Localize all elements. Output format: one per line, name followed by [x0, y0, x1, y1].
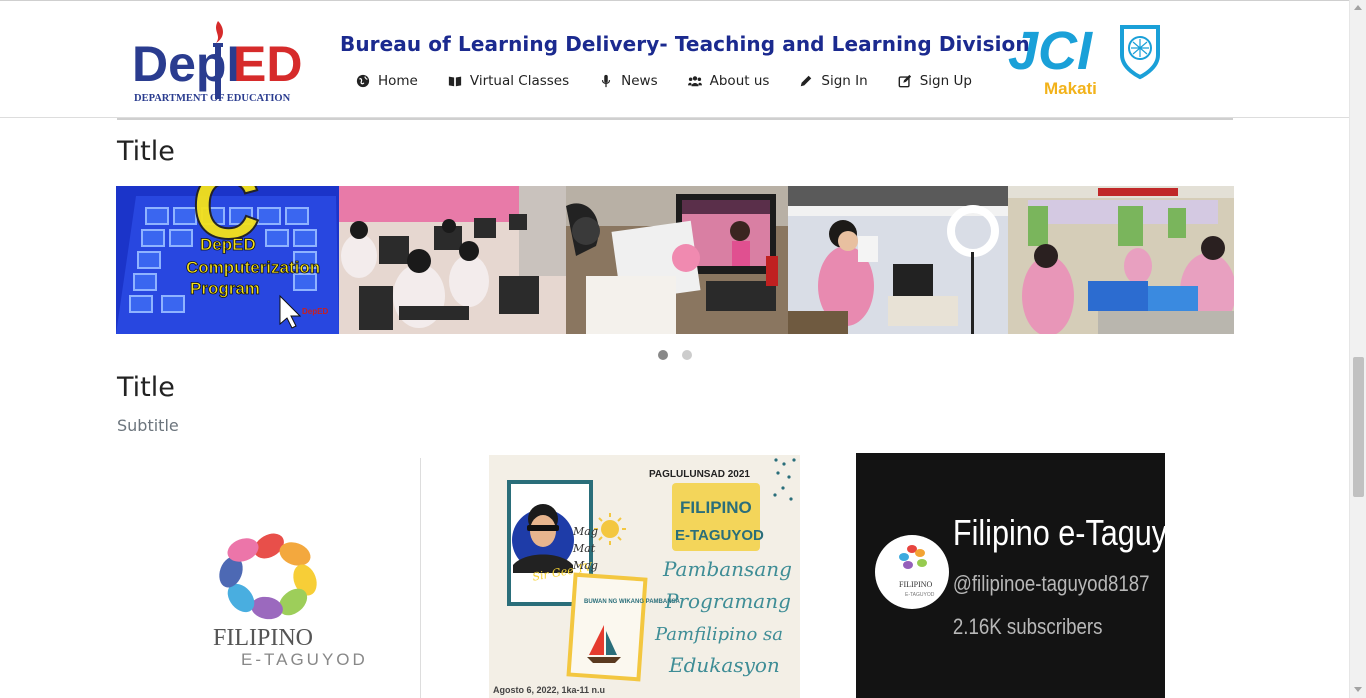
scroll-down-arrow-icon[interactable]: [1354, 687, 1362, 692]
main-nav: Home Virtual Classes News About us Sign …: [356, 73, 1002, 89]
section-subtitle: Subtitle: [117, 416, 179, 435]
globe-icon: [356, 74, 370, 88]
nav-sign-in[interactable]: Sign In: [799, 73, 868, 89]
carousel-slide[interactable]: [1008, 186, 1234, 334]
channel-name: Filipino e-Taguyod: [953, 514, 1165, 554]
users-icon: [687, 76, 702, 87]
nav-news[interactable]: News: [599, 73, 658, 89]
nav-about-us[interactable]: About us: [687, 73, 770, 89]
image-carousel[interactable]: C DepED Computerization Program DepED: [116, 186, 1234, 334]
slide-text-line-2: Computerization: [186, 258, 320, 277]
deped-logo-caption: DEPARTMENT OF EDUCATION: [134, 93, 291, 104]
carousel-slide[interactable]: [566, 186, 788, 334]
carousel-dot-2[interactable]: [682, 350, 692, 360]
poster-side-word-1: Mag: [572, 525, 598, 538]
slide-text-line-3: Program: [190, 279, 260, 298]
nav-home[interactable]: Home: [356, 73, 418, 89]
jci-logo-city: Makati: [1044, 79, 1097, 98]
poster-top-label: PAGLULUNSAD 2021: [649, 469, 750, 480]
poster-date: Agosto 6, 2022, 1ka-11 n.u: [493, 685, 605, 695]
deped-logo[interactable]: DepED ED DEPARTMENT OF EDUCATION: [130, 13, 325, 107]
section-title-1: Title: [117, 136, 175, 167]
card-logo-line-2: E-TAGUYOD: [241, 650, 368, 669]
carousel-slide[interactable]: [788, 186, 1008, 334]
microphone-icon: [602, 74, 611, 88]
poster-side-word-3: Mag: [572, 559, 598, 572]
nav-virtual-classes[interactable]: Virtual Classes: [448, 73, 569, 89]
youtube-channel-card[interactable]: FILIPINO E-TAGUYOD Filipino e-Taguyod @f…: [856, 453, 1165, 698]
nav-sign-up[interactable]: Sign Up: [898, 73, 972, 89]
slide-badge: DepED: [302, 307, 328, 316]
poster-badge-line-1: FILIPINO: [680, 498, 752, 517]
header-divider: [117, 118, 1233, 120]
nav-sign-in-label: Sign In: [821, 73, 868, 89]
carousel-indicators: [658, 350, 692, 360]
filipino-etaguyod-logo-card[interactable]: FILIPINO E-TAGUYOD: [117, 458, 421, 698]
svg-text:FILIPINO: FILIPINO: [899, 580, 933, 589]
edit-icon: [898, 74, 911, 88]
poster-script-line-2: Programang: [664, 589, 791, 613]
channel-subscribers: 2.16K subscribers: [953, 616, 1103, 640]
carousel-slide[interactable]: [339, 186, 566, 334]
poster-script-line-1: Pambansang: [662, 557, 792, 581]
poster-script-line-3: Pamfilipino sa: [654, 624, 783, 645]
channel-handle: @filipinoe-taguyod8187: [953, 573, 1150, 597]
poster-badge-line-2: E-TAGUYOD: [675, 527, 764, 544]
carousel-dot-1[interactable]: [658, 350, 668, 360]
site-title: Bureau of Learning Delivery- Teaching an…: [340, 32, 1030, 56]
carousel-slide[interactable]: C DepED Computerization Program DepED: [116, 186, 339, 334]
poster-script-line-4: Edukasyon: [668, 653, 780, 677]
scroll-up-arrow-icon[interactable]: [1354, 5, 1362, 10]
pencil-icon: [801, 75, 812, 87]
scrollbar-thumb[interactable]: [1353, 357, 1364, 497]
paglulunsad-poster-card[interactable]: PAGLULUNSAD 2021 FILIPINO E-TAGUYOD Pamb…: [489, 455, 800, 698]
nav-sign-up-label: Sign Up: [919, 73, 972, 89]
site-header: DepED ED DEPARTMENT OF EDUCATION Bureau …: [0, 1, 1349, 118]
nav-news-label: News: [621, 73, 658, 89]
poster-mini-title: BUWAN NG WIKANG PAMBANSA: [584, 599, 681, 605]
nav-virtual-classes-label: Virtual Classes: [469, 73, 570, 89]
page-scrollbar[interactable]: [1349, 0, 1366, 698]
nav-about-us-label: About us: [709, 73, 770, 89]
section-title-2: Title: [117, 372, 175, 403]
jci-logo-text: JCI: [1008, 21, 1093, 81]
slide-text-line-1: DepED: [200, 235, 256, 254]
svg-text:ED: ED: [233, 36, 302, 92]
svg-text:E-TAGUYOD: E-TAGUYOD: [905, 592, 935, 598]
book-open-icon: [448, 76, 461, 87]
jci-makati-logo[interactable]: JCI Makati: [1006, 19, 1168, 99]
nav-home-label: Home: [378, 73, 418, 89]
card-logo-line-1: FILIPINO: [213, 625, 313, 651]
poster-side-word-2: Mat: [572, 542, 596, 555]
